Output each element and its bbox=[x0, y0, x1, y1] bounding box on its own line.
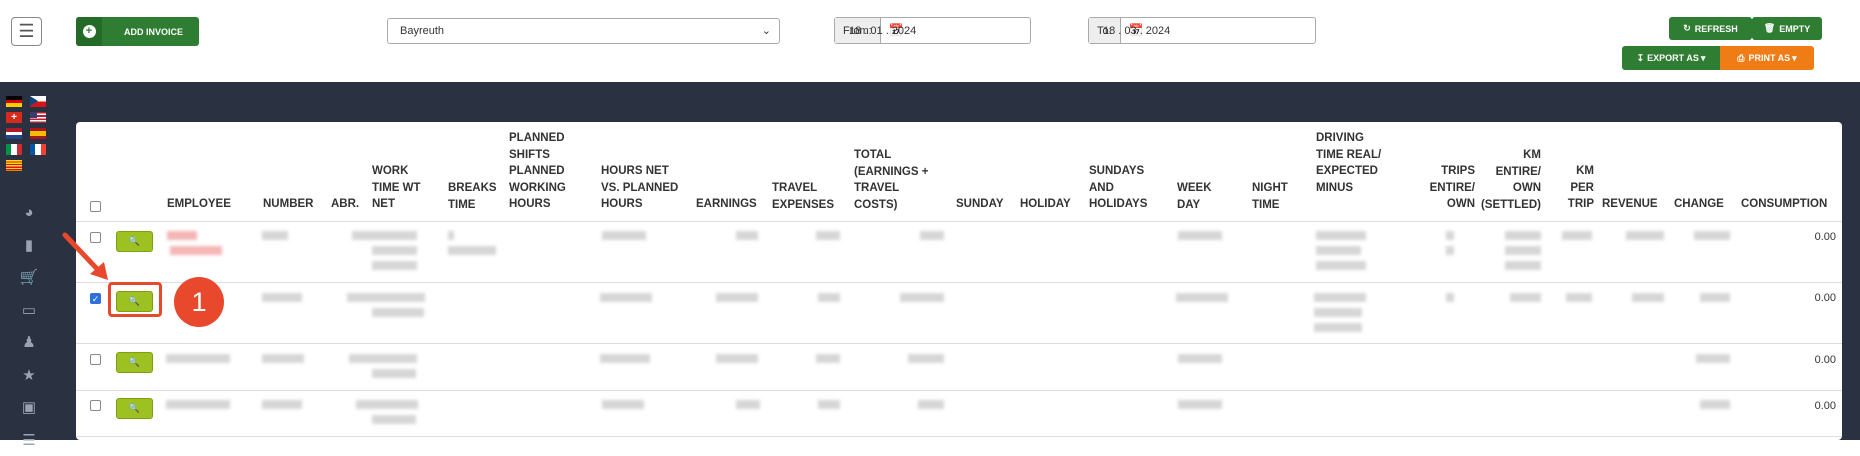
gauge-icon[interactable]: ◕ bbox=[0, 196, 58, 229]
cart-icon[interactable]: 🛒 bbox=[0, 261, 58, 294]
sidebar-nav: ◕ ▮ 🛒 ▭ ♟ ★ ▣ ☰ bbox=[0, 196, 58, 456]
empty-button[interactable]: 🗑 EMPTY bbox=[1752, 17, 1822, 40]
header-divider bbox=[76, 221, 1842, 222]
chevron-down-icon: ⌄ bbox=[762, 24, 771, 37]
header-work-time[interactable]: WORK TIME WT NET bbox=[372, 163, 427, 213]
refresh-label: REFRESH bbox=[1695, 24, 1738, 34]
refresh-button[interactable]: ↻ REFRESH bbox=[1669, 17, 1752, 40]
add-invoice-label: ADD INVOICE bbox=[102, 27, 183, 37]
view-button[interactable]: 🔍 bbox=[116, 231, 153, 252]
consumption-value: 0.00 bbox=[1800, 400, 1836, 412]
view-button[interactable]: 🔍 bbox=[116, 398, 153, 419]
trash-icon: 🗑 bbox=[1764, 23, 1775, 34]
header-number[interactable]: NUMBER bbox=[263, 196, 323, 213]
flag-ch-icon[interactable]: + bbox=[6, 112, 22, 123]
flag-it-icon[interactable] bbox=[6, 144, 22, 155]
annotation-highlight-box bbox=[108, 282, 162, 317]
header-hours-net[interactable]: HOURS NET VS. PLANNED HOURS bbox=[601, 163, 686, 213]
row-divider bbox=[76, 282, 1842, 283]
flag-cz-icon[interactable] bbox=[30, 96, 46, 107]
header-change[interactable]: CHANGE bbox=[1674, 196, 1729, 213]
view-button[interactable]: 🔍 bbox=[116, 352, 153, 373]
header-night-time[interactable]: NIGHT TIME bbox=[1252, 180, 1302, 213]
flag-us-icon[interactable] bbox=[30, 112, 46, 123]
flag-fr-icon[interactable] bbox=[30, 144, 46, 155]
header-holiday[interactable]: HOLIDAY bbox=[1020, 196, 1080, 213]
annotation-step-badge: 1 bbox=[174, 277, 224, 327]
flag-nl-icon[interactable] bbox=[6, 128, 22, 139]
consumption-value: 0.00 bbox=[1800, 354, 1836, 366]
header-earnings[interactable]: EARNINGS bbox=[696, 196, 766, 213]
annotation-arrow-icon bbox=[62, 232, 112, 282]
header-travel-expenses[interactable]: TRAVEL EXPENSES bbox=[772, 180, 837, 213]
header-km-entire[interactable]: KM ENTIRE/ OWN (SETTLED) bbox=[1476, 147, 1541, 213]
export-as-button[interactable]: ↧ EXPORT AS ▾ bbox=[1622, 46, 1720, 70]
star-icon[interactable]: ★ bbox=[0, 359, 58, 392]
header-week-day[interactable]: WEEK DAY bbox=[1177, 180, 1222, 213]
select-all-checkbox[interactable] bbox=[90, 201, 101, 212]
flag-es-icon[interactable] bbox=[30, 128, 46, 139]
header-total[interactable]: TOTAL (EARNINGS + TRAVEL COSTS) bbox=[854, 147, 939, 213]
header-km-per-trip[interactable]: KM PER TRIP bbox=[1558, 163, 1594, 213]
row-divider bbox=[76, 343, 1842, 344]
empty-label: EMPTY bbox=[1779, 24, 1810, 34]
from-date-field[interactable]: From: 18 . 01 . 2024 📅 bbox=[834, 17, 1031, 44]
user-plus-icon[interactable]: ♟ bbox=[0, 326, 58, 359]
search-icon: 🔍 bbox=[129, 236, 140, 247]
flag-de-icon[interactable] bbox=[6, 96, 22, 107]
search-icon: 🔍 bbox=[129, 403, 140, 414]
consumption-value: 0.00 bbox=[1800, 292, 1836, 304]
location-select[interactable]: Bayreuth ⌄ bbox=[387, 18, 780, 44]
download-icon: ↧ bbox=[1637, 53, 1645, 64]
caret-down-icon: ▾ bbox=[1792, 53, 1797, 64]
header-revenue[interactable]: REVENUE bbox=[1602, 196, 1664, 213]
print-as-button[interactable]: ⎙ PRINT AS ▾ bbox=[1720, 46, 1814, 70]
row-checkbox[interactable]: ✓ bbox=[90, 293, 101, 304]
refresh-icon: ↻ bbox=[1683, 23, 1691, 34]
add-invoice-button[interactable]: + ADD INVOICE bbox=[76, 17, 199, 46]
header-planned[interactable]: PLANNED SHIFTS PLANNED WORKING HOURS bbox=[509, 130, 579, 213]
print-as-label: PRINT AS bbox=[1749, 53, 1791, 63]
archive-icon[interactable]: ▣ bbox=[0, 391, 58, 424]
from-date-value[interactable]: 18 . 01 . 2024 bbox=[835, 18, 930, 44]
header-employee[interactable]: EMPLOYEE bbox=[167, 196, 237, 213]
header-breaks-time[interactable]: BREAKS TIME bbox=[448, 180, 503, 213]
header-trips[interactable]: TRIPS ENTIRE/ OWN bbox=[1420, 163, 1475, 213]
hamburger-menu-button[interactable]: ☰ bbox=[11, 17, 42, 46]
language-flags: + bbox=[6, 96, 50, 171]
header-sundays-holidays[interactable]: SUNDAYS AND HOLIDAYS bbox=[1089, 163, 1159, 213]
header-driving-time[interactable]: DRIVING TIME REAL/ EXPECTED MINUS bbox=[1316, 130, 1386, 196]
monitor-icon[interactable]: ▭ bbox=[0, 294, 58, 327]
to-date-field[interactable]: To: 18 . 03 . 2024 📅 bbox=[1088, 17, 1316, 44]
header-consumption[interactable]: CONSUMPTION bbox=[1741, 196, 1836, 213]
row-divider bbox=[76, 436, 1842, 437]
header-sunday[interactable]: SUNDAY bbox=[956, 196, 1016, 213]
export-as-label: EXPORT AS bbox=[1647, 53, 1699, 63]
plus-icon: + bbox=[76, 17, 102, 46]
to-date-value[interactable]: 18 . 03 . 2024 bbox=[1089, 18, 1184, 44]
location-select-value: Bayreuth bbox=[400, 25, 444, 37]
row-divider bbox=[76, 390, 1842, 391]
row-checkbox[interactable] bbox=[90, 354, 101, 365]
flag-ca-icon[interactable] bbox=[6, 160, 22, 171]
consumption-value: 0.00 bbox=[1800, 231, 1836, 243]
row-checkbox[interactable] bbox=[90, 400, 101, 411]
caret-down-icon: ▾ bbox=[1701, 53, 1706, 64]
bar-chart-icon[interactable]: ▮ bbox=[0, 229, 58, 262]
search-icon: 🔍 bbox=[129, 357, 140, 368]
printer-icon: ⎙ bbox=[1737, 53, 1744, 64]
header-abr[interactable]: ABR. bbox=[331, 196, 366, 213]
hamburger-icon: ☰ bbox=[18, 21, 34, 42]
